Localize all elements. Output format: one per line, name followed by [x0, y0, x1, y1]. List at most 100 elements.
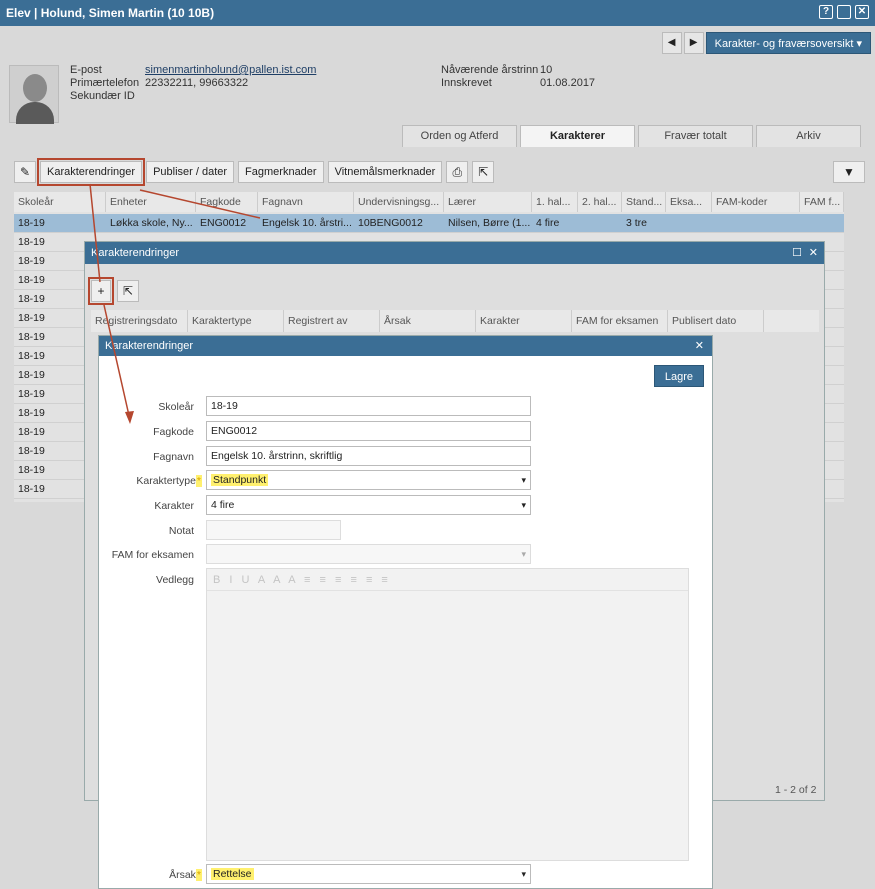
fagnavn-field[interactable]: Engelsk 10. årstrinn, skriftlig — [206, 446, 531, 466]
cell: 18-19 — [18, 407, 45, 419]
cell: 18-19 — [18, 445, 45, 457]
cell: Løkka skole, Ny... — [110, 217, 193, 229]
karaktertype-value: Standpunkt — [211, 474, 269, 486]
fam-select[interactable]: ▾ — [206, 544, 531, 564]
year-label: Nåværende årstrinn — [441, 64, 539, 76]
table-row[interactable]: 18-19 Løkka skole, Ny... ENG0012 Engelsk… — [14, 214, 844, 233]
fagmerknader-button[interactable]: Fagmerknader — [238, 161, 324, 183]
karakter-select[interactable]: 4 fire ▾ — [206, 495, 531, 515]
chevron-down-icon: ▾ — [521, 549, 526, 559]
skolear-field[interactable]: 18-19 — [206, 396, 531, 416]
email-link[interactable]: simenmartinholund@pallen.ist.com — [145, 64, 316, 76]
col-header[interactable]: Karaktertype — [188, 310, 284, 332]
export-icon[interactable]: ⇱ — [472, 161, 495, 183]
tab-orden[interactable]: Orden og Atferd — [402, 125, 517, 147]
save-button[interactable]: Lagre — [653, 365, 704, 387]
email-label: E-post — [70, 64, 102, 76]
cell: Nilsen, Børre (1... — [448, 217, 531, 229]
close-icon[interactable]: ✕ — [695, 336, 704, 356]
col-header[interactable]: Fagkode — [196, 192, 258, 212]
rich-text-editor[interactable]: B I U A A A ≡ ≡ ≡ ≡ ≡ ≡ — [206, 568, 689, 861]
tab-arkiv[interactable]: Arkiv — [756, 125, 861, 147]
skolear-label: Skoleår — [158, 401, 194, 413]
required-icon: * — [195, 475, 202, 487]
col-header[interactable]: Enheter — [106, 192, 196, 212]
window2-titlebar: Karakterendringer ☐ ✕ — [85, 242, 824, 264]
col-header[interactable]: Årsak — [380, 310, 476, 332]
tab-bar: Orden og Atferd Karakterer Fravær totalt… — [402, 125, 861, 147]
karakter-label: Karakter — [154, 500, 194, 512]
view-dropdown[interactable]: Karakter- og fraværsoversikt ▾ — [705, 32, 871, 54]
close-icon[interactable]: ✕ — [855, 5, 869, 19]
cell: 18-19 — [18, 293, 45, 305]
tab-fravaer[interactable]: Fravær totalt — [638, 125, 753, 147]
arsak-label: Årsak — [169, 869, 196, 881]
karakterendringer-button[interactable]: Karakterendringer — [36, 158, 146, 186]
fagkode-field[interactable]: ENG0012 — [206, 421, 531, 441]
arsak-value: Rettelse — [211, 868, 254, 880]
tab-karakterer[interactable]: Karakterer — [520, 125, 635, 147]
karakter-value: 4 fire — [211, 499, 235, 511]
help-icon[interactable]: ? — [819, 5, 833, 19]
col-header[interactable]: Registreringsdato — [91, 310, 188, 332]
changes-grid: Registreringsdato Karaktertype Registrer… — [91, 310, 819, 332]
cell: 18-19 — [18, 483, 45, 495]
col-header[interactable]: Undervisningsg... — [354, 192, 444, 212]
publiser-button[interactable]: Publiser / dater — [146, 161, 235, 183]
cell: 18-19 — [18, 236, 45, 248]
cell: 18-19 — [18, 274, 45, 286]
filter-icon[interactable]: ▼ — [833, 161, 865, 183]
arsak-select[interactable]: Rettelse ▾ — [206, 864, 531, 884]
phone-value: 22332211, 99663322 — [145, 77, 249, 89]
dialog-title: Karakterendringer — [105, 340, 194, 352]
col-header[interactable]: Skoleår — [14, 192, 106, 212]
col-header[interactable]: FAM-koder — [712, 192, 800, 212]
col-header[interactable]: Stand... — [622, 192, 666, 212]
karaktertype-select[interactable]: Standpunkt ▾ — [206, 470, 531, 490]
pager-label: 1 - 2 of 2 — [775, 784, 817, 796]
vitnemalsmerknader-button[interactable]: Vitnemålsmerknader — [327, 161, 443, 183]
next-button[interactable]: ▶ — [683, 32, 704, 54]
window-title: Elev | Holund, Simen Martin (10 10B) — [6, 6, 215, 20]
phone-label: Primærtelefon — [70, 77, 140, 89]
col-header[interactable]: 2. hal... — [578, 192, 622, 212]
required-icon: * — [195, 869, 202, 881]
fam-label: FAM for eksamen — [111, 549, 194, 561]
col-header[interactable]: Publisert dato — [668, 310, 764, 332]
close-icon[interactable]: ✕ — [809, 242, 818, 264]
edit-dialog: Karakterendringer ✕ Lagre Skoleår 18-19 … — [98, 335, 713, 889]
add-icon[interactable]: + — [88, 277, 114, 305]
col-header[interactable]: Fagnavn — [258, 192, 354, 212]
enrolled-label: Innskrevet — [441, 77, 492, 89]
editor-toolbar: B I U A A A ≡ ≡ ≡ ≡ ≡ ≡ — [207, 569, 688, 591]
cell: 18-19 — [18, 388, 45, 400]
cell: 3 tre — [626, 217, 648, 229]
maximize-icon[interactable]: ☐ — [792, 242, 802, 264]
prev-button[interactable]: ◀ — [661, 32, 682, 54]
col-header[interactable]: 1. hal... — [532, 192, 578, 212]
view-dropdown-label: Karakter- og fraværsoversikt — [714, 38, 854, 50]
col-header[interactable]: Karakter — [476, 310, 572, 332]
fagnavn-label: Fagnavn — [153, 451, 194, 463]
notat-field[interactable] — [206, 520, 341, 540]
col-header[interactable]: Lærer — [444, 192, 532, 212]
grades-toolbar: ✎ Karakterendringer Publiser / dater Fag… — [14, 158, 495, 186]
col-header[interactable]: Registrert av — [284, 310, 380, 332]
dialog-titlebar: Karakterendringer ✕ — [99, 336, 712, 356]
cell: 4 fire — [536, 217, 560, 229]
cell: 18-19 — [18, 464, 45, 476]
cell: 18-19 — [18, 350, 45, 362]
cell: Engelsk 10. årstri... — [262, 217, 352, 229]
export-icon[interactable]: ⇱ — [117, 280, 139, 302]
cell: 18-19 — [18, 369, 45, 381]
chevron-down-icon: ▾ — [521, 869, 526, 879]
cell: 18-19 — [18, 255, 45, 267]
col-header[interactable]: Eksa... — [666, 192, 712, 212]
enrolled-value: 01.08.2017 — [540, 77, 596, 89]
col-header[interactable]: FAM for eksamen — [572, 310, 668, 332]
maximize-icon[interactable] — [837, 5, 851, 19]
edit-icon[interactable]: ✎ — [14, 161, 36, 183]
col-header[interactable]: FAM f... — [800, 192, 844, 212]
cell: 18-19 — [18, 312, 45, 324]
print-icon[interactable]: ⎙ — [446, 161, 469, 183]
